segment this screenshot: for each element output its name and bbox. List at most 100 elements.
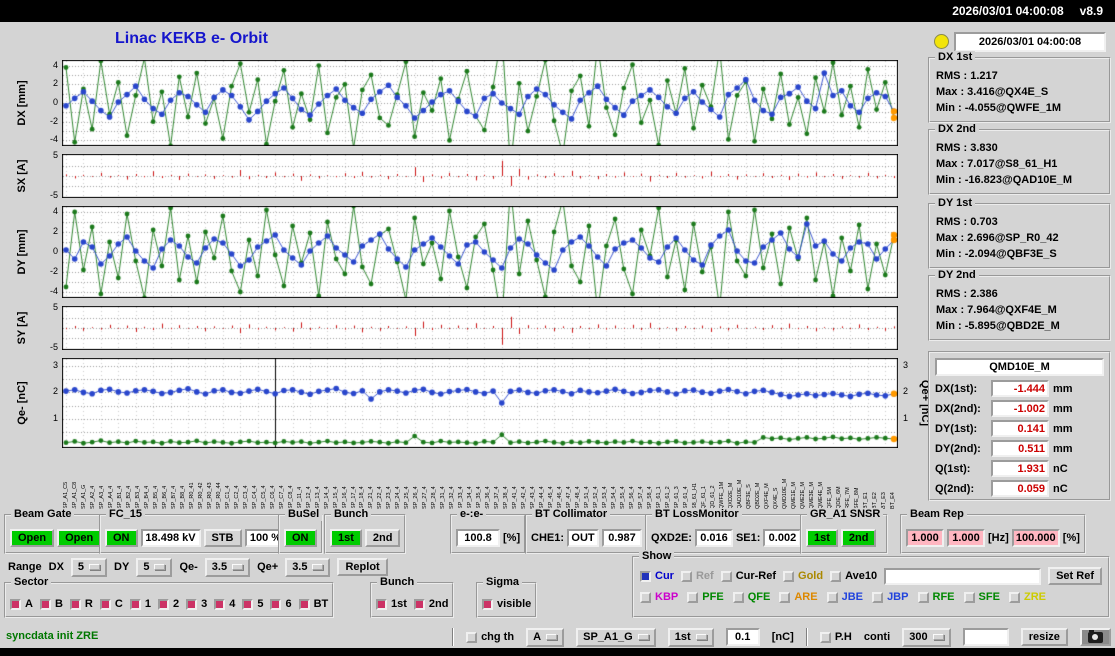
checkbox-sector-b[interactable]: B: [39, 598, 63, 610]
checkbox-show-sfe[interactable]: SFE: [963, 591, 1000, 603]
frame-title: Beam Rep: [907, 508, 967, 521]
checkbox-label: JBE: [841, 591, 864, 603]
resize-button[interactable]: resize: [1020, 628, 1068, 646]
x-axis-label: QME2E_M: [799, 482, 806, 509]
x-axis-label: SP_B8_4: [179, 485, 186, 509]
x-axis-label: SP_17_4: [350, 486, 357, 509]
checkbox-sector-a[interactable]: A: [10, 598, 33, 610]
x-axis-label: SP_B6_4: [161, 485, 168, 509]
checkbox-sigma-visible[interactable]: visible: [482, 598, 531, 610]
camera-button[interactable]: [1079, 628, 1111, 646]
fc-15-value-field[interactable]: 18.498 kV: [140, 529, 201, 547]
checkbox-show-cur[interactable]: Cur: [640, 570, 674, 582]
dropdown-indicator-icon: [546, 634, 558, 640]
count-field[interactable]: [962, 628, 1009, 646]
status-controls: chg th A SP_A1_G 1st 0.1 [nC] P.H conti 300 resiz…: [452, 627, 1111, 647]
gr-a1-snsr-1st-button[interactable]: 1st: [806, 529, 838, 547]
monitor-row-value: -1.002: [991, 400, 1049, 417]
replot-button[interactable]: Replot: [337, 558, 388, 576]
stats-frame-title: DX 2nd: [935, 123, 979, 136]
checkbox-show-are[interactable]: ARE: [779, 591, 818, 603]
checkbox-bunch-2nd[interactable]: 2nd: [413, 598, 448, 610]
checkbox-sector-1[interactable]: 1: [129, 598, 151, 610]
x-axis-label: SP_B4_4: [143, 485, 150, 509]
range-qe-select[interactable]: 3.5: [204, 557, 251, 577]
checkbox-show-ref[interactable]: Ref: [680, 570, 714, 582]
frame-beam-gate: Beam Gate Open Open: [4, 508, 108, 554]
beam-gate-open-button[interactable]: Open: [57, 529, 102, 547]
checkbox-label: Cur: [655, 570, 674, 582]
monitor-row-value: 0.511: [991, 440, 1049, 457]
monitor-row-unit: mm: [1053, 442, 1073, 455]
e-e-value-field[interactable]: 100.8: [456, 529, 500, 547]
bt-lossmonitor-value-field[interactable]: 0.002: [763, 529, 802, 547]
chg-th-checkbox[interactable]: chg th: [466, 631, 514, 643]
range-dy-select[interactable]: 5: [136, 557, 173, 577]
busel-on-button[interactable]: ON: [284, 529, 317, 547]
fc-15-on-button[interactable]: ON: [105, 529, 138, 547]
threshold-field[interactable]: 0.1: [725, 628, 760, 646]
show-row-1: Cur Ref Cur-Ref Gold Ave10 Set Ref: [640, 567, 1102, 585]
checkbox-show-cur-ref[interactable]: Cur-Ref: [720, 570, 776, 582]
checkbox-bunch-1st[interactable]: 1st: [376, 598, 407, 610]
checkbox-show-qfe[interactable]: QFE: [732, 591, 770, 603]
checkbox-indicator: [917, 591, 929, 603]
sector-select[interactable]: A: [526, 627, 565, 647]
checkbox-sector-3[interactable]: 3: [186, 598, 207, 610]
checkbox-sector-6[interactable]: 6: [270, 598, 292, 610]
checkbox-indicator: [129, 598, 141, 610]
monitor-row: DX(2nd): -1.002 mm: [935, 400, 1104, 417]
checkbox-indicator: [963, 591, 975, 603]
x-axis-label: QD_61_2: [709, 485, 716, 509]
interval-select[interactable]: 300: [902, 627, 951, 647]
stats-frame-title: DY 1st: [935, 197, 976, 210]
bt-collimator-value-field[interactable]: OUT: [567, 529, 600, 547]
checkbox-indicator: [69, 598, 81, 610]
gr-a1-snsr-2nd-button[interactable]: 2nd: [840, 529, 877, 547]
range-dx-label: DX: [48, 561, 64, 573]
checkbox-show-rfe[interactable]: RFE: [917, 591, 955, 603]
checkbox-sector-2[interactable]: 2: [157, 598, 179, 610]
checkbox-show-ave10[interactable]: Ave10: [830, 570, 877, 582]
bt-lossmonitor-value-field[interactable]: 0.016: [694, 529, 733, 547]
checkbox-indicator: [376, 598, 387, 610]
checkbox-sector-c[interactable]: C: [99, 598, 123, 610]
checkbox-sector-5[interactable]: 5: [242, 598, 263, 610]
x-axis-label: SP_27_4: [422, 486, 429, 509]
range-dx-select[interactable]: 5: [70, 557, 108, 577]
set-ref-input[interactable]: [884, 567, 1042, 585]
bunch-select[interactable]: 1st: [667, 627, 714, 647]
beam-rep-value-field[interactable]: 100.000: [1011, 529, 1060, 547]
checkbox-sector-bt[interactable]: BT: [298, 598, 328, 610]
frame-show: Show Cur Ref Cur-Ref Gold Ave10 Set Ref KBP PFE Q…: [632, 550, 1110, 618]
set-ref-button[interactable]: Set Ref: [1048, 567, 1102, 585]
range-qe-label: Qe+: [257, 561, 279, 573]
checkbox-show-kbp[interactable]: KBP: [640, 591, 678, 603]
x-axis-label: SP_22_4: [377, 486, 384, 509]
monitor-row-label: DY(2nd):: [935, 442, 981, 455]
beam-rep-value-field[interactable]: 1.000: [906, 529, 944, 547]
bunch-1st-button[interactable]: 1st: [330, 529, 362, 547]
checkbox-sector-r[interactable]: R: [69, 598, 93, 610]
range-qe-select[interactable]: 3.5: [285, 557, 331, 577]
y-tick-sy: 5: [52, 302, 58, 312]
ph-checkbox[interactable]: P.H: [819, 631, 852, 643]
x-axis-label: SP_C1_4: [224, 485, 231, 509]
checkbox-show-zre[interactable]: ZRE: [1008, 591, 1046, 603]
checkbox-label: 4: [229, 598, 236, 610]
beam-rep-value-field[interactable]: 1.000: [947, 529, 985, 547]
fc-15-stb-button[interactable]: STB: [203, 529, 242, 547]
status-message: syncdata init ZRE: [6, 630, 99, 642]
bt-collimator-value-field[interactable]: 0.987: [602, 529, 643, 547]
checkbox-show-pfe[interactable]: PFE: [687, 591, 724, 603]
checkbox-sector-4[interactable]: 4: [214, 598, 235, 610]
x-axis-label: SP_43_4: [530, 486, 537, 509]
bunch-2nd-button[interactable]: 2nd: [364, 529, 401, 547]
checkbox-show-gold[interactable]: Gold: [783, 570, 823, 582]
checkbox-show-jbe[interactable]: JBE: [826, 591, 864, 603]
checkbox-show-jbp[interactable]: JBP: [872, 591, 908, 603]
beam-gate-open-button[interactable]: Open: [10, 529, 55, 547]
bpm-select[interactable]: SP_A1_G: [576, 627, 656, 647]
monitor-row: DX(1st): -1.444 mm: [935, 380, 1104, 397]
frame-title: Bunch: [331, 508, 372, 521]
